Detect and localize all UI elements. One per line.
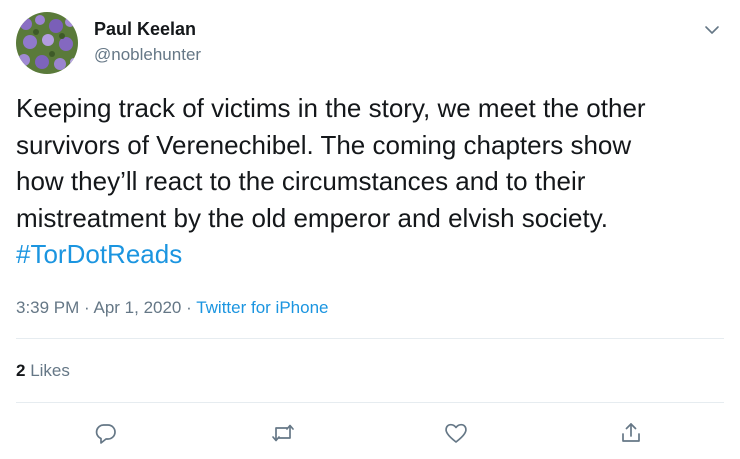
chevron-down-icon[interactable] [702,20,722,40]
meta-separator: · [181,298,197,317]
tweet-text-body: Keeping track of victims in the story, w… [16,93,646,233]
reply-icon[interactable] [93,420,119,446]
tweet-meta: 3:39 PM · Apr 1, 2020 · Twitter for iPho… [16,298,328,318]
share-icon[interactable] [618,420,644,446]
likes-count: 2 [16,361,26,380]
likes-stat[interactable]: 2 Likes [16,361,70,381]
heart-icon[interactable] [443,420,469,446]
divider [16,402,724,403]
divider [16,338,724,339]
tweet-text: Keeping track of victims in the story, w… [16,90,726,273]
retweet-icon[interactable] [270,420,296,446]
avatar[interactable] [16,12,78,74]
tweet-source-link[interactable]: Twitter for iPhone [196,298,328,317]
user-handle[interactable]: @noblehunter [94,45,201,65]
tweet-time[interactable]: 3:39 PM [16,298,79,317]
likes-label: Likes [30,361,70,380]
user-name[interactable]: Paul Keelan [94,19,196,40]
hashtag-link[interactable]: #TorDotReads [16,239,182,269]
tweet-date[interactable]: Apr 1, 2020 [93,298,181,317]
tweet-card: Paul Keelan @noblehunter Keeping track o… [0,0,740,459]
meta-separator: · [79,298,94,317]
